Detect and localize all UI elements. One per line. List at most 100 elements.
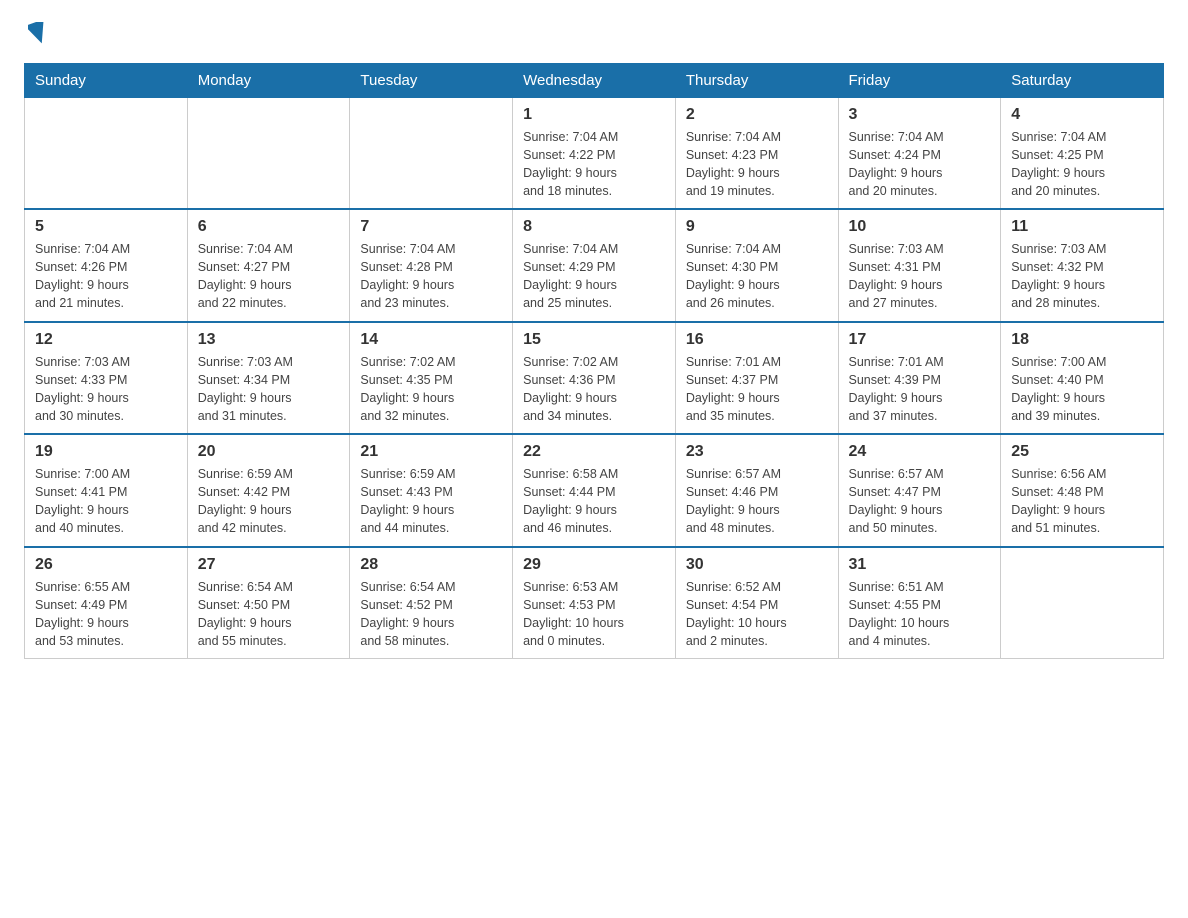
calendar-cell: 23Sunrise: 6:57 AM Sunset: 4:46 PM Dayli…	[675, 434, 838, 547]
day-number: 6	[198, 218, 340, 236]
day-info: Sunrise: 7:00 AM Sunset: 4:41 PM Dayligh…	[35, 465, 177, 538]
day-info: Sunrise: 7:04 AM Sunset: 4:29 PM Dayligh…	[523, 240, 665, 313]
calendar-cell: 9 Sunrise: 7:04 AM Sunset: 4:30 PM Daylig…	[675, 209, 838, 322]
calendar-cell: 19 Sunrise: 7:00 AM Sunset: 4:41 PM Dayli…	[25, 434, 188, 547]
calendar-cell: 30Sunrise: 6:52 AM Sunset: 4:54 PM Dayli…	[675, 547, 838, 659]
day-info: Sunrise: 7:00 AM Sunset: 4:40 PM Dayligh…	[1011, 353, 1153, 426]
calendar-cell: 4 Sunrise: 7:04 AM Sunset: 4:25 PM Daylig…	[1001, 97, 1164, 209]
calendar-cell: 7 Sunrise: 7:04 AM Sunset: 4:28 PM Daylig…	[350, 209, 513, 322]
day-number: 3	[849, 106, 991, 124]
day-info: Sunrise: 6:57 AM Sunset: 4:47 PM Dayligh…	[849, 465, 991, 538]
calendar-cell: 21Sunrise: 6:59 AM Sunset: 4:43 PM Dayli…	[350, 434, 513, 547]
calendar-table: SundayMondayTuesdayWednesdayThursdayFrid…	[24, 63, 1164, 660]
calendar-cell: 14 Sunrise: 7:02 AM Sunset: 4:35 PM Dayli…	[350, 322, 513, 435]
day-number: 29	[523, 556, 665, 574]
calendar-cell: 6 Sunrise: 7:04 AM Sunset: 4:27 PM Daylig…	[187, 209, 350, 322]
calendar-week-row: 1Sunrise: 7:04 AM Sunset: 4:22 PM Daylig…	[25, 97, 1164, 209]
calendar-cell: 28 Sunrise: 6:54 AM Sunset: 4:52 PM Dayli…	[350, 547, 513, 659]
day-info: Sunrise: 6:51 AM Sunset: 4:55 PM Dayligh…	[849, 578, 991, 651]
day-info: Sunrise: 7:03 AM Sunset: 4:34 PM Dayligh…	[198, 353, 340, 426]
day-info: Sunrise: 7:02 AM Sunset: 4:36 PM Dayligh…	[523, 353, 665, 426]
calendar-cell: 16 Sunrise: 7:01 AM Sunset: 4:37 PM Dayli…	[675, 322, 838, 435]
day-info: Sunrise: 7:04 AM Sunset: 4:24 PM Dayligh…	[849, 128, 991, 201]
calendar-cell: 11 Sunrise: 7:03 AM Sunset: 4:32 PM Dayli…	[1001, 209, 1164, 322]
day-number: 2	[686, 106, 828, 124]
calendar-cell: 10 Sunrise: 7:03 AM Sunset: 4:31 PM Dayli…	[838, 209, 1001, 322]
day-number: 12	[35, 331, 177, 349]
calendar-week-row: 5 Sunrise: 7:04 AM Sunset: 4:26 PM Daylig…	[25, 209, 1164, 322]
day-info: Sunrise: 7:03 AM Sunset: 4:31 PM Dayligh…	[849, 240, 991, 313]
calendar-cell: 15Sunrise: 7:02 AM Sunset: 4:36 PM Dayli…	[513, 322, 676, 435]
day-info: Sunrise: 7:01 AM Sunset: 4:39 PM Dayligh…	[849, 353, 991, 426]
day-info: Sunrise: 6:53 AM Sunset: 4:53 PM Dayligh…	[523, 578, 665, 651]
day-number: 25	[1011, 443, 1153, 461]
page-header	[24, 24, 1164, 51]
day-info: Sunrise: 6:54 AM Sunset: 4:50 PM Dayligh…	[198, 578, 340, 651]
calendar-header-thursday: Thursday	[675, 63, 838, 97]
day-info: Sunrise: 6:59 AM Sunset: 4:42 PM Dayligh…	[198, 465, 340, 538]
day-info: Sunrise: 6:56 AM Sunset: 4:48 PM Dayligh…	[1011, 465, 1153, 538]
calendar-header-row: SundayMondayTuesdayWednesdayThursdayFrid…	[25, 63, 1164, 97]
day-info: Sunrise: 7:04 AM Sunset: 4:27 PM Dayligh…	[198, 240, 340, 313]
day-info: Sunrise: 6:55 AM Sunset: 4:49 PM Dayligh…	[35, 578, 177, 651]
calendar-cell: 2Sunrise: 7:04 AM Sunset: 4:23 PM Daylig…	[675, 97, 838, 209]
logo	[24, 24, 48, 51]
day-info: Sunrise: 7:04 AM Sunset: 4:28 PM Dayligh…	[360, 240, 502, 313]
calendar-cell	[1001, 547, 1164, 659]
calendar-cell: 29 Sunrise: 6:53 AM Sunset: 4:53 PM Dayli…	[513, 547, 676, 659]
calendar-cell	[187, 97, 350, 209]
calendar-cell: 8 Sunrise: 7:04 AM Sunset: 4:29 PM Daylig…	[513, 209, 676, 322]
day-number: 19	[35, 443, 177, 461]
day-number: 23	[686, 443, 828, 461]
calendar-cell: 12 Sunrise: 7:03 AM Sunset: 4:33 PM Dayli…	[25, 322, 188, 435]
calendar-cell: 27 Sunrise: 6:54 AM Sunset: 4:50 PM Dayli…	[187, 547, 350, 659]
day-number: 5	[35, 218, 177, 236]
calendar-cell: 25 Sunrise: 6:56 AM Sunset: 4:48 PM Dayli…	[1001, 434, 1164, 547]
day-info: Sunrise: 7:02 AM Sunset: 4:35 PM Dayligh…	[360, 353, 502, 426]
calendar-cell: 20Sunrise: 6:59 AM Sunset: 4:42 PM Dayli…	[187, 434, 350, 547]
calendar-header-wednesday: Wednesday	[513, 63, 676, 97]
day-number: 30	[686, 556, 828, 574]
day-info: Sunrise: 7:04 AM Sunset: 4:22 PM Dayligh…	[523, 128, 665, 201]
day-number: 27	[198, 556, 340, 574]
day-info: Sunrise: 7:04 AM Sunset: 4:30 PM Dayligh…	[686, 240, 828, 313]
calendar-cell: 26 Sunrise: 6:55 AM Sunset: 4:49 PM Dayli…	[25, 547, 188, 659]
day-number: 10	[849, 218, 991, 236]
calendar-cell: 13 Sunrise: 7:03 AM Sunset: 4:34 PM Dayli…	[187, 322, 350, 435]
day-number: 31	[849, 556, 991, 574]
day-number: 22	[523, 443, 665, 461]
calendar-header-saturday: Saturday	[1001, 63, 1164, 97]
calendar-week-row: 12 Sunrise: 7:03 AM Sunset: 4:33 PM Dayli…	[25, 322, 1164, 435]
day-info: Sunrise: 7:03 AM Sunset: 4:33 PM Dayligh…	[35, 353, 177, 426]
day-number: 8	[523, 218, 665, 236]
day-info: Sunrise: 6:54 AM Sunset: 4:52 PM Dayligh…	[360, 578, 502, 651]
calendar-cell	[25, 97, 188, 209]
logo-arrow-icon	[28, 22, 48, 44]
day-number: 28	[360, 556, 502, 574]
calendar-week-row: 26 Sunrise: 6:55 AM Sunset: 4:49 PM Dayli…	[25, 547, 1164, 659]
calendar-header-monday: Monday	[187, 63, 350, 97]
day-info: Sunrise: 7:04 AM Sunset: 4:25 PM Dayligh…	[1011, 128, 1153, 201]
day-number: 17	[849, 331, 991, 349]
day-info: Sunrise: 7:01 AM Sunset: 4:37 PM Dayligh…	[686, 353, 828, 426]
day-number: 11	[1011, 218, 1153, 236]
calendar-cell: 18 Sunrise: 7:00 AM Sunset: 4:40 PM Dayli…	[1001, 322, 1164, 435]
day-number: 9	[686, 218, 828, 236]
calendar-cell: 1Sunrise: 7:04 AM Sunset: 4:22 PM Daylig…	[513, 97, 676, 209]
day-number: 21	[360, 443, 502, 461]
day-number: 4	[1011, 106, 1153, 124]
day-info: Sunrise: 7:04 AM Sunset: 4:26 PM Dayligh…	[35, 240, 177, 313]
day-number: 13	[198, 331, 340, 349]
day-number: 7	[360, 218, 502, 236]
day-number: 16	[686, 331, 828, 349]
day-info: Sunrise: 7:03 AM Sunset: 4:32 PM Dayligh…	[1011, 240, 1153, 313]
day-info: Sunrise: 6:58 AM Sunset: 4:44 PM Dayligh…	[523, 465, 665, 538]
day-number: 18	[1011, 331, 1153, 349]
calendar-cell: 17 Sunrise: 7:01 AM Sunset: 4:39 PM Dayli…	[838, 322, 1001, 435]
day-number: 26	[35, 556, 177, 574]
calendar-header-tuesday: Tuesday	[350, 63, 513, 97]
day-number: 14	[360, 331, 502, 349]
day-number: 24	[849, 443, 991, 461]
calendar-cell: 5 Sunrise: 7:04 AM Sunset: 4:26 PM Daylig…	[25, 209, 188, 322]
calendar-cell: 24 Sunrise: 6:57 AM Sunset: 4:47 PM Dayli…	[838, 434, 1001, 547]
